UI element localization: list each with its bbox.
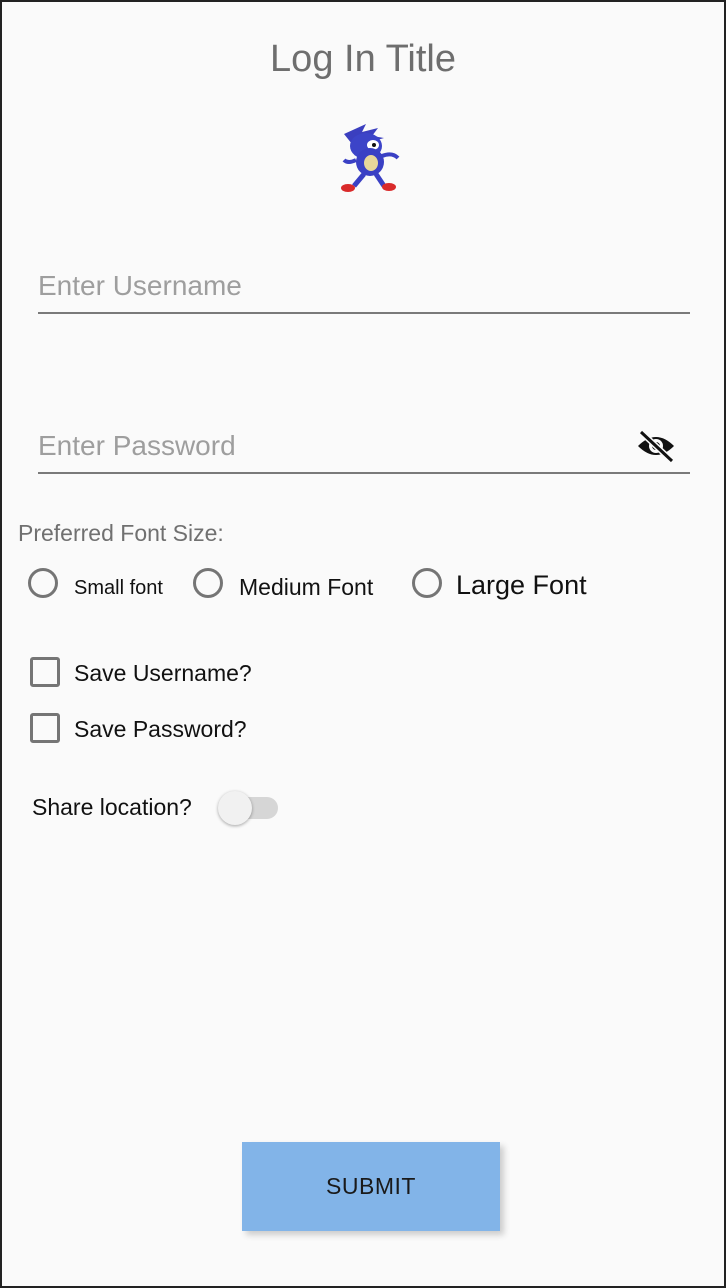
save-username-checkbox[interactable] <box>30 657 60 687</box>
share-location-switch-thumb[interactable] <box>218 791 252 825</box>
radio-small-font[interactable] <box>28 568 58 598</box>
page-title: Log In Title <box>270 38 456 80</box>
radio-large-font[interactable] <box>412 568 442 598</box>
radio-small-font-label: Small font <box>74 577 163 599</box>
submit-button[interactable]: SUBMIT <box>242 1142 500 1231</box>
radio-medium-font-label: Medium Font <box>239 574 374 600</box>
save-password-checkbox[interactable] <box>30 713 60 743</box>
running-character-icon <box>341 124 400 192</box>
password-input[interactable] <box>38 430 628 462</box>
save-username-label: Save Username? <box>74 660 252 686</box>
share-location-label: Share location? <box>32 794 192 820</box>
username-field <box>38 262 690 314</box>
password-field <box>38 422 690 474</box>
radio-medium-font[interactable] <box>193 568 223 598</box>
font-size-label: Preferred Font Size: <box>18 520 224 546</box>
username-input[interactable] <box>38 270 628 302</box>
save-password-label: Save Password? <box>74 716 247 742</box>
radio-large-font-label: Large Font <box>456 570 587 600</box>
eye-off-icon[interactable] <box>636 428 676 464</box>
